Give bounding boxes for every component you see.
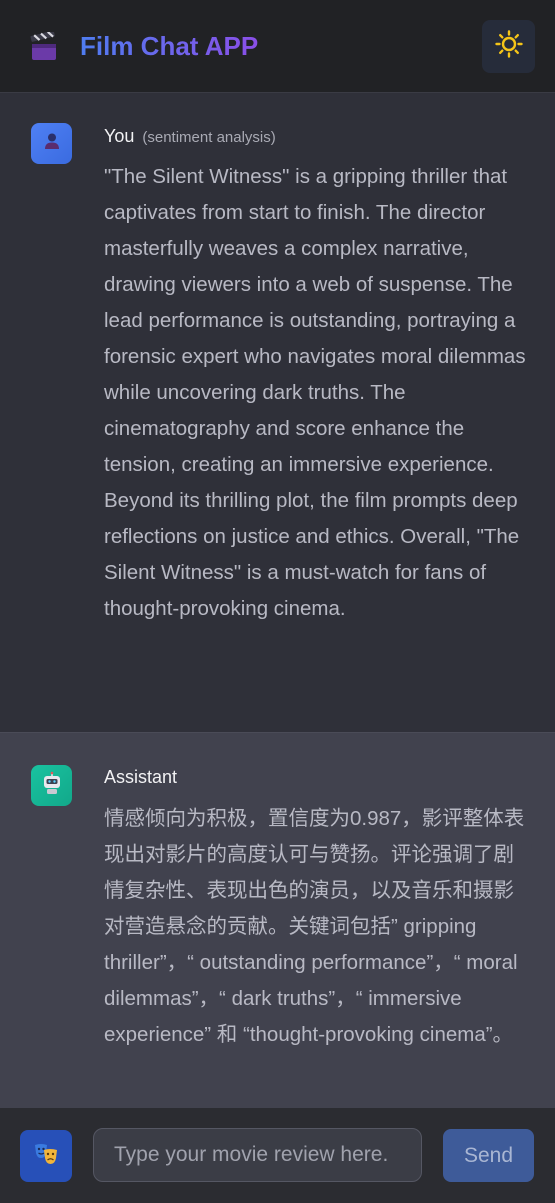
assistant-avatar — [31, 765, 72, 806]
user-avatar — [31, 123, 72, 164]
sender-tag: (sentiment analysis) — [142, 129, 276, 146]
message-sender: You (sentiment analysis) — [104, 124, 276, 150]
assistant-message: Assistant 情感倾向为积极，置信度为0.987，影评整体表现出对影片的高… — [0, 732, 555, 1108]
theater-masks-icon — [33, 1141, 59, 1172]
sender-name: Assistant — [104, 767, 178, 787]
message-text: "The Silent Witness" is a gripping thril… — [104, 165, 526, 620]
user-message: You (sentiment analysis) "The Silent Witn… — [0, 94, 555, 732]
input-bar: Send — [0, 1108, 555, 1203]
mode-button[interactable] — [20, 1130, 72, 1182]
sender-name: You — [104, 126, 135, 146]
sun-icon — [494, 30, 523, 63]
message-sender: Assistant — [104, 765, 177, 789]
header: Film Chat APP — [0, 0, 555, 93]
robot-icon — [40, 771, 64, 800]
theme-toggle-button[interactable] — [482, 20, 535, 73]
message-text: 情感倾向为积极，置信度为0.987，影评整体表现出对影片的高度认可与赞扬。评论强… — [104, 807, 525, 1046]
send-button[interactable]: Send — [443, 1129, 534, 1182]
clapperboard-icon — [30, 30, 58, 62]
app-title: Film Chat APP — [80, 28, 258, 64]
user-icon — [42, 131, 62, 156]
review-input[interactable] — [93, 1128, 422, 1182]
app: Film Chat APP You (sentiment analysis) "… — [0, 0, 555, 1203]
